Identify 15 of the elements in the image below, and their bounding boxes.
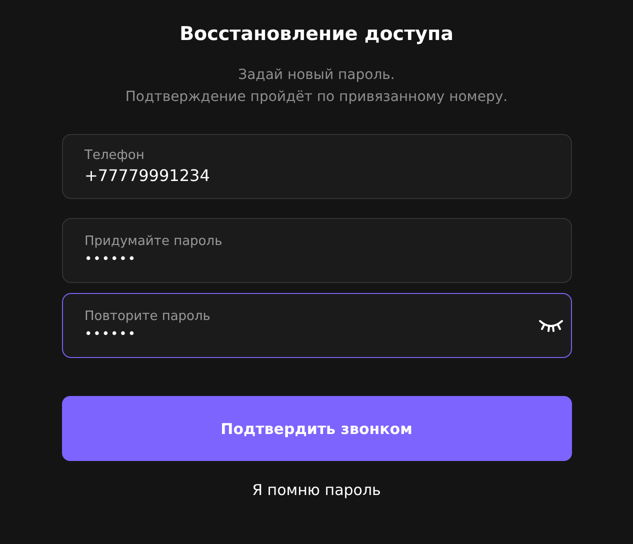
subtitle-text: Подтверждение пройдёт по привязанному номеру. <box>125 88 508 107</box>
input-field[interactable]: Придумайте пароль •••••• <box>62 218 572 283</box>
confirm-button[interactable]: Подтвердить звонком <box>62 396 572 461</box>
field-value: +77779991234 <box>84 166 211 185</box>
field-label: Повторите пароль <box>84 309 212 324</box>
field-label: Придумайте пароль <box>84 234 224 249</box>
closed-eye-icon[interactable] <box>538 318 562 332</box>
input-field[interactable]: Повторите пароль •••••• <box>62 293 572 358</box>
input-field[interactable]: Телефон +77779991234 <box>62 134 572 199</box>
field-value: •••••• <box>84 252 138 267</box>
form-title: Восстановление доступа <box>180 23 454 45</box>
remember-password-link[interactable]: Я помню пароль <box>252 481 381 499</box>
subtitle-text: Задай новый пароль. <box>237 66 396 85</box>
field-label: Телефон <box>84 148 146 163</box>
field-value: •••••• <box>84 327 138 342</box>
